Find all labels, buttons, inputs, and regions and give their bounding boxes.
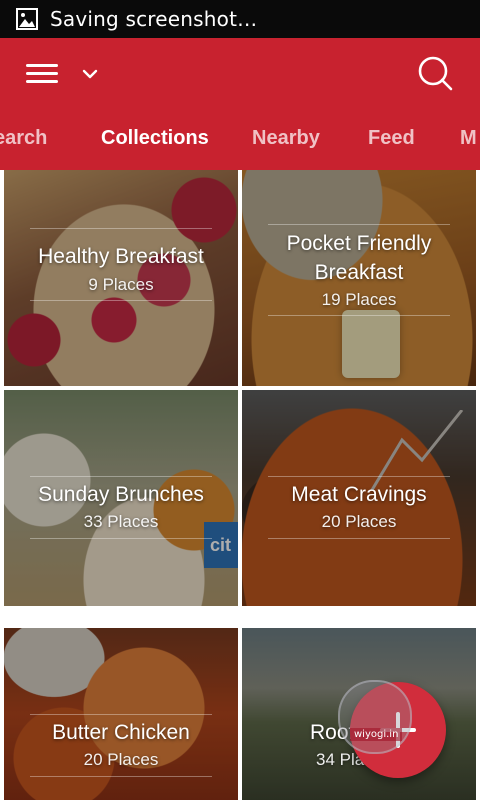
- tab-feed[interactable]: Feed: [368, 108, 415, 170]
- collection-title: Pocket Friendly: [286, 232, 432, 255]
- tab-search[interactable]: earch: [0, 108, 47, 170]
- status-text: Saving screenshot…: [50, 7, 258, 31]
- collection-title-line2: Breakfast: [314, 261, 404, 284]
- maple-leaf-icon: [338, 680, 412, 754]
- collection-card-meat-cravings[interactable]: Meat Cravings 20 Places: [242, 390, 476, 606]
- collection-count: 19 Places: [321, 290, 397, 309]
- collection-title: Butter Chicken: [52, 721, 190, 744]
- app-bar: earch Collections Nearby Feed M: [0, 38, 480, 170]
- tab-more[interactable]: M: [460, 108, 477, 170]
- collection-count: 20 Places: [83, 750, 159, 769]
- collection-card-sunday-brunches[interactable]: cit Sunday Brunches 33 Places: [4, 390, 238, 606]
- collection-title: Meat Cravings: [291, 483, 427, 506]
- collection-card-healthy-breakfast[interactable]: Healthy Breakfast 9 Places: [4, 170, 238, 386]
- collection-title: Sunday Brunches: [38, 483, 204, 506]
- collection-count: 9 Places: [88, 275, 154, 294]
- collection-count: 33 Places: [83, 512, 159, 531]
- image-icon: [16, 8, 38, 30]
- hamburger-menu-icon[interactable]: [26, 62, 58, 86]
- tab-nearby[interactable]: Nearby: [252, 108, 320, 170]
- search-icon[interactable]: [416, 54, 454, 92]
- collection-card-pocket-friendly-breakfast[interactable]: Pocket Friendly Breakfast 19 Places: [242, 170, 476, 386]
- watermark-text: wiyogi.in: [350, 728, 403, 741]
- collection-count: 20 Places: [321, 512, 397, 531]
- tab-collections[interactable]: Collections: [101, 108, 209, 170]
- chevron-down-icon[interactable]: [80, 64, 100, 84]
- collection-title: Healthy Breakfast: [38, 245, 204, 268]
- status-bar: Saving screenshot…: [0, 0, 480, 38]
- tab-bar: earch Collections Nearby Feed M: [0, 108, 480, 170]
- collection-card-butter-chicken[interactable]: Butter Chicken 20 Places: [4, 628, 238, 800]
